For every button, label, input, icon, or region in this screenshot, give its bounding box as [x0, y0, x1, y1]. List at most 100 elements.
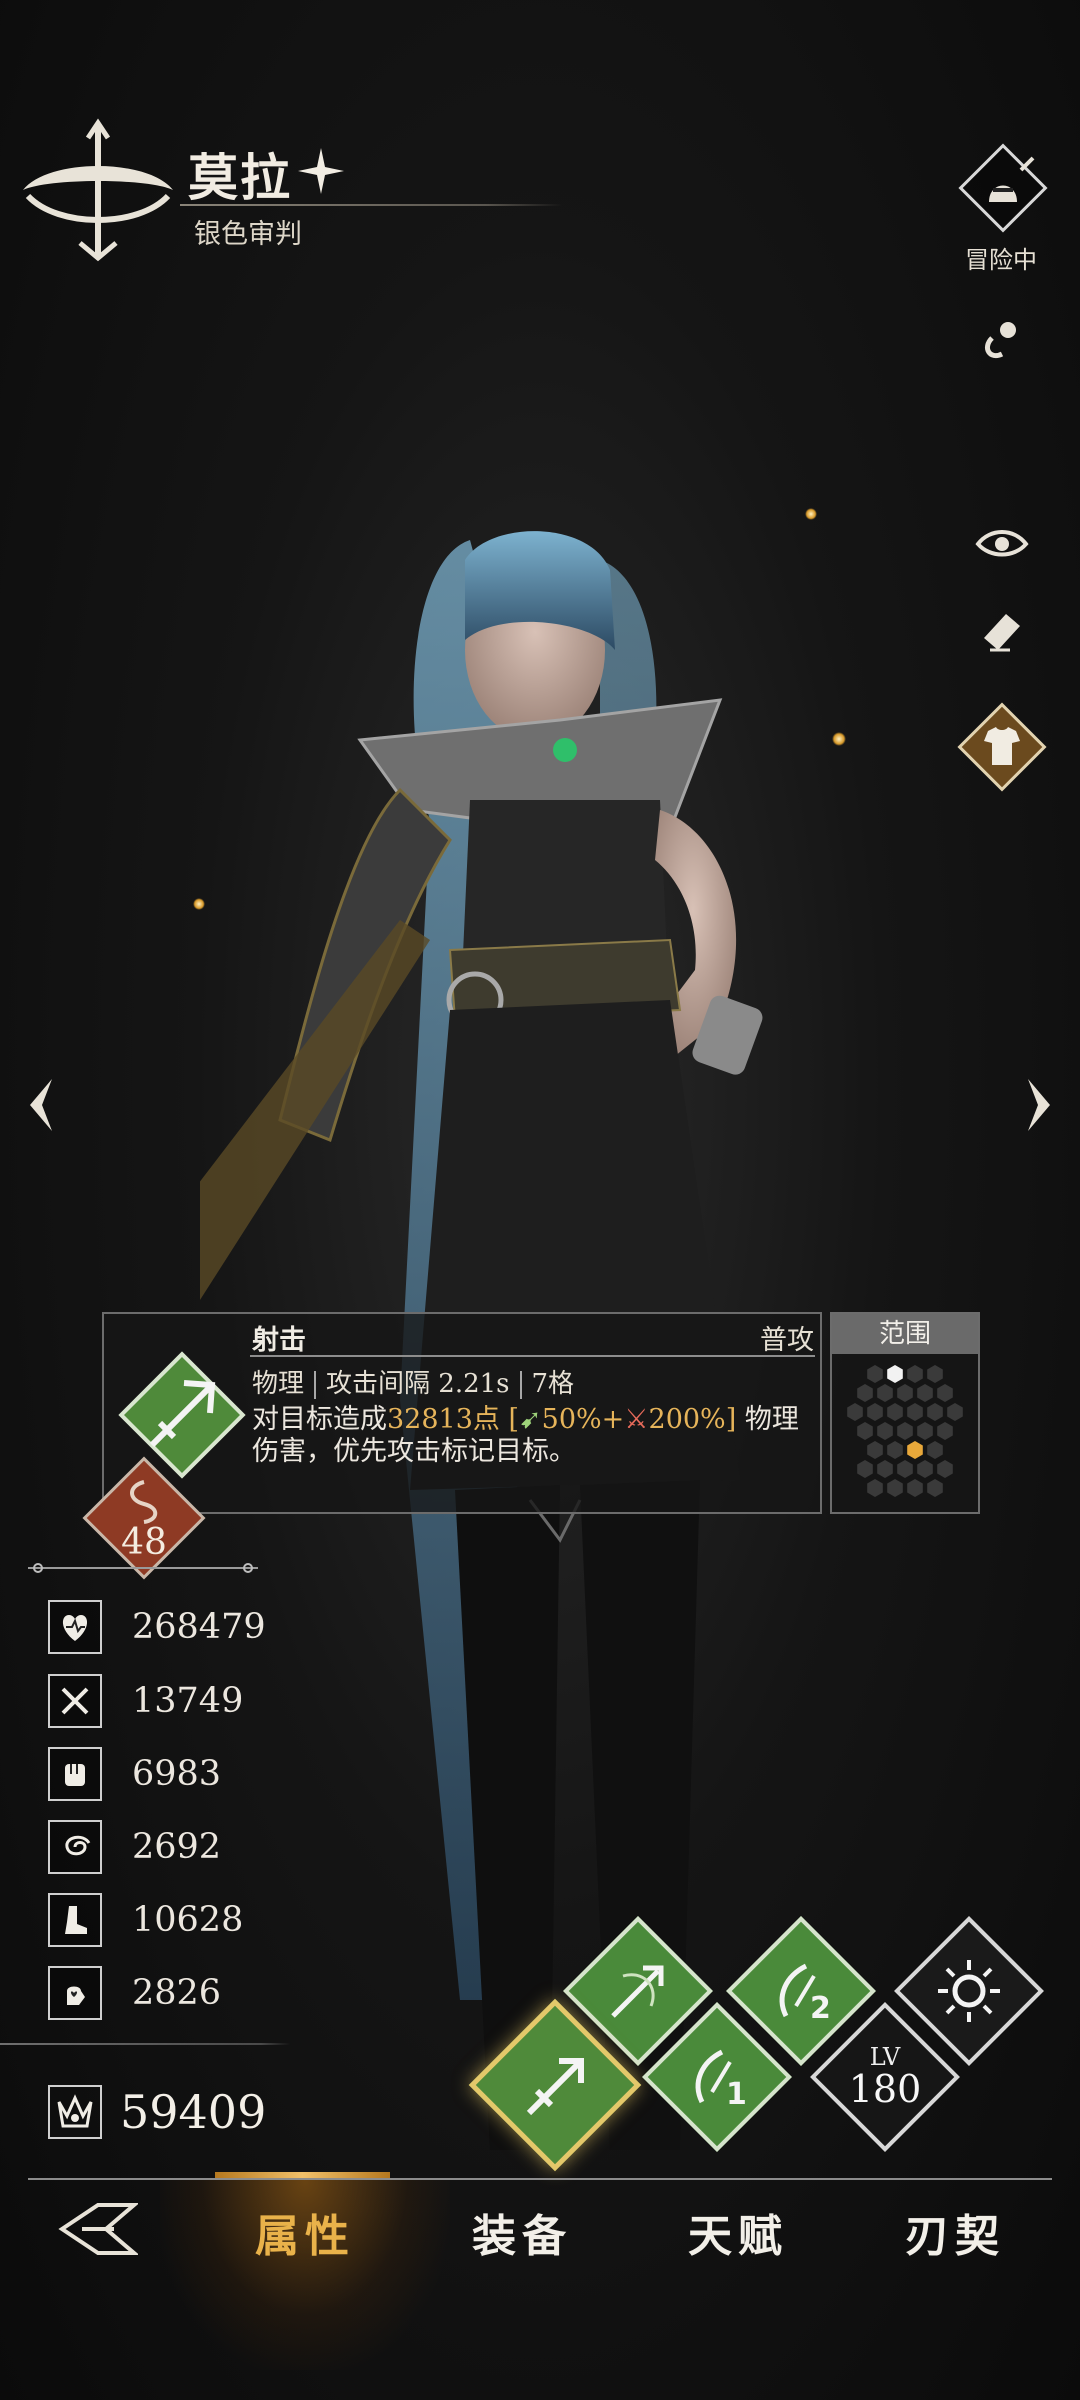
stat-value: 2692 — [132, 1827, 222, 1867]
nav-divider — [28, 2178, 1052, 2180]
skill-type: 普攻 — [760, 1325, 814, 1356]
range-hex-cell — [877, 1460, 893, 1478]
skill-name: 射击 — [252, 1325, 306, 1356]
fist-icon — [48, 1747, 102, 1801]
range-hex-cell — [877, 1384, 893, 1402]
shoot-arrows-icon — [526, 2058, 584, 2116]
tab-talent[interactable]: 天赋 — [688, 2200, 788, 2264]
boot-icon — [48, 1893, 102, 1947]
separator — [314, 1371, 317, 1399]
range-hex-cell — [937, 1422, 953, 1440]
agility-percent: 50%+ — [541, 1404, 625, 1435]
bracket: [ — [499, 1404, 520, 1435]
tab-blade-pact[interactable]: 刃契 — [905, 2200, 1005, 2264]
name-underline — [180, 204, 562, 206]
range-hex-cell — [887, 1365, 903, 1383]
stat-value: 2826 — [132, 1973, 222, 2013]
spark — [193, 898, 205, 910]
swirl-icon — [48, 1820, 102, 1874]
range-hex-cell — [867, 1479, 883, 1497]
stats-ornament — [28, 1563, 258, 1573]
prev-character-arrow-icon[interactable] — [20, 1075, 60, 1135]
sword-mini-icon: ⚔ — [624, 1404, 649, 1435]
level-prefix: LV — [869, 2043, 901, 2071]
crown-power-icon — [48, 2085, 102, 2139]
separator — [519, 1371, 522, 1399]
range-hex-cell — [917, 1460, 933, 1478]
rank-value: 48 — [121, 1522, 167, 1563]
skill-description: 对目标造成32813点 [➹50%+⚔200%] 物理伤害，优先攻击标记目标。 — [252, 1404, 822, 1468]
range-hex-cell — [937, 1384, 953, 1402]
spark — [805, 508, 817, 520]
back-arrow-icon[interactable] — [58, 2197, 138, 2261]
range-hex-cell — [877, 1422, 893, 1440]
power-value: 59409 — [120, 2085, 267, 2139]
svg-text:2: 2 — [810, 1991, 831, 2026]
range-hex-cell — [907, 1403, 923, 1421]
range-hex-cell — [887, 1441, 903, 1459]
stat-row-agility: 10628 — [48, 1891, 243, 1949]
star-icon — [298, 148, 344, 194]
range-title: 范围 — [832, 1314, 978, 1354]
attack-percent: 200%] — [648, 1404, 737, 1435]
level-value: 180 — [848, 2067, 922, 2111]
stats-divider — [0, 2043, 290, 2045]
attack-interval: 攻击间隔 2.21s — [326, 1369, 510, 1399]
damage-type: 物理 — [252, 1369, 305, 1399]
power-row: 59409 — [48, 2080, 266, 2144]
bow-skill-1-icon: 1 — [695, 2049, 747, 2112]
heart-icon — [48, 1600, 102, 1654]
svg-text:1: 1 — [726, 2077, 747, 2112]
range-hex-cell — [907, 1365, 923, 1383]
range-hex-cell — [857, 1422, 873, 1440]
range-cells: 7格 — [531, 1369, 575, 1399]
sun-icon — [938, 1960, 1000, 2022]
range-hex-cell — [887, 1403, 903, 1421]
spark — [832, 732, 846, 746]
stat-value: 268479 — [132, 1607, 266, 1647]
character-title: 银色审判 — [194, 219, 302, 250]
damage-value: 32813点 — [387, 1404, 500, 1435]
range-hex-cell — [927, 1441, 943, 1459]
hand-heart-icon — [48, 1966, 102, 2020]
outfit-shirt-icon[interactable] — [950, 695, 1054, 799]
range-hex-cell — [897, 1422, 913, 1440]
stat-row-hp: 268479 — [48, 1598, 266, 1656]
range-hex-cell — [907, 1441, 923, 1459]
range-hex-cell — [867, 1365, 883, 1383]
character-name: 莫拉 — [188, 148, 292, 207]
range-hex-cell — [907, 1479, 923, 1497]
range-hex-cell — [927, 1365, 943, 1383]
boot-mini-icon: ➹ — [519, 1404, 542, 1435]
eraser-icon[interactable] — [970, 598, 1034, 662]
stat-row-magic: 2692 — [48, 1818, 221, 1876]
stat-row-heal: 2826 — [48, 1964, 221, 2022]
eye-icon[interactable] — [970, 512, 1034, 576]
range-hex-grid — [847, 1365, 963, 1497]
range-hex-cell — [937, 1460, 953, 1478]
stat-value: 6983 — [132, 1754, 222, 1794]
pacifier-icon[interactable] — [970, 308, 1034, 372]
active-tab-indicator — [215, 2172, 390, 2178]
stat-row-attack: 13749 — [48, 1672, 243, 1730]
tab-attributes[interactable]: 属性 — [255, 2200, 355, 2264]
range-hex-cell — [927, 1479, 943, 1497]
skill-meta: 物理 攻击间隔 2.21s 7格 — [252, 1363, 574, 1400]
range-hex-cell — [897, 1384, 913, 1402]
range-hex-cell — [927, 1403, 943, 1421]
crossed-swords-icon — [48, 1674, 102, 1728]
adventure-helmet-icon[interactable] — [955, 140, 1051, 236]
next-character-arrow-icon[interactable] — [1020, 1075, 1060, 1135]
range-hex-cell — [857, 1460, 873, 1478]
bow-skill-2-icon: 2 — [779, 1963, 831, 2026]
skill-divider — [250, 1355, 815, 1357]
stat-value: 10628 — [132, 1900, 244, 1940]
tab-equipment[interactable]: 装备 — [472, 2200, 572, 2264]
range-hex-cell — [897, 1460, 913, 1478]
range-hex-cell — [947, 1403, 963, 1421]
range-hex-cell — [917, 1384, 933, 1402]
bow-class-icon — [23, 118, 173, 262]
range-hex-cell — [867, 1403, 883, 1421]
range-hex-cell — [857, 1384, 873, 1402]
range-hex-cell — [847, 1403, 863, 1421]
